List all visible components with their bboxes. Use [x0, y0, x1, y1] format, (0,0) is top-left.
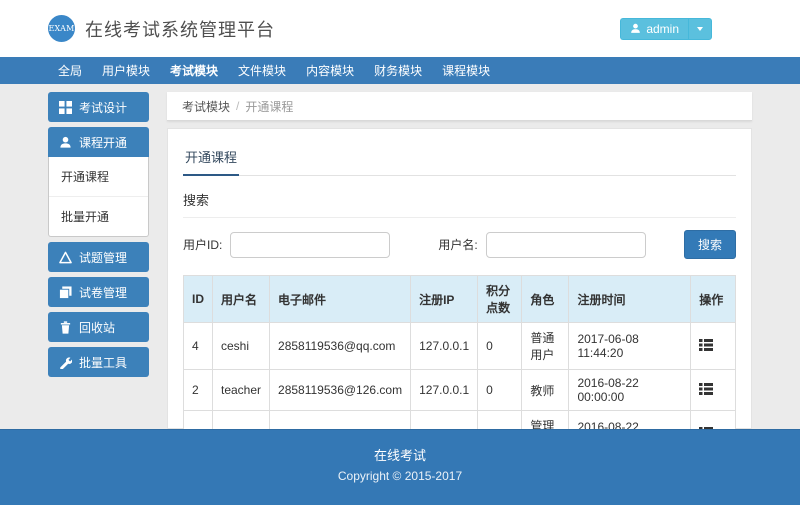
list-icon[interactable] [699, 339, 713, 351]
cell-username: teacher [213, 370, 270, 411]
breadcrumb: 考试模块 / 开通课程 [167, 92, 752, 121]
user-name-label: 用户名: [438, 236, 477, 253]
sidebar-item-course-open[interactable]: 课程开通 [48, 127, 149, 157]
user-icon [630, 23, 641, 34]
module-navbar: 全局 用户模块 考试模块 文件模块 内容模块 财务模块 课程模块 [0, 57, 800, 84]
sidebar: 考试设计 课程开通 开通课程 批量开通 试题管理 试卷管理 [48, 92, 149, 429]
tab-open-course[interactable]: 开通课程 [183, 143, 239, 176]
user-dropdown-button[interactable] [688, 18, 712, 40]
content-panel: 开通课程 搜索 用户ID: 用户名: 搜索 ID 用户名 电子邮件 注册I [167, 128, 752, 429]
user-icon [59, 136, 72, 149]
search-section-title: 搜索 [183, 190, 736, 209]
cell-actions [691, 370, 736, 411]
warning-triangle-icon [59, 251, 72, 264]
user-id-label: 用户ID: [183, 236, 222, 253]
cell-role: 普通用户 [522, 323, 569, 370]
main-column: 考试模块 / 开通课程 开通课程 搜索 用户ID: 用户名: 搜索 I [167, 92, 752, 429]
user-button[interactable]: admin [620, 18, 688, 40]
cell-role: 教师 [522, 370, 569, 411]
user-menu: admin [620, 18, 712, 40]
breadcrumb-section[interactable]: 考试模块 [182, 98, 230, 115]
cell-id: 4 [184, 323, 213, 370]
sidebar-item-batch-tools[interactable]: 批量工具 [48, 347, 149, 377]
nav-item-content-module[interactable]: 内容模块 [296, 57, 364, 84]
nav-item-course-module[interactable]: 课程模块 [432, 57, 500, 84]
col-header-role: 角色 [522, 276, 569, 323]
col-header-actions: 操作 [691, 276, 736, 323]
list-icon[interactable] [699, 383, 713, 395]
logo-text: EXAM [48, 24, 74, 33]
tab-bar: 开通课程 [183, 143, 736, 176]
cell-id: 2 [184, 370, 213, 411]
cell-reg-time: 2017-06-08 11:44:20 [569, 323, 691, 370]
sidebar-item-exam-design[interactable]: 考试设计 [48, 92, 149, 122]
nav-item-global[interactable]: 全局 [48, 57, 92, 84]
sidebar-item-label: 试题管理 [79, 249, 127, 266]
col-header-id: ID [184, 276, 213, 323]
sidebar-item-label: 考试设计 [79, 99, 127, 116]
exam-logo: EXAM [48, 15, 75, 42]
table-row: 4 ceshi 2858119536@qq.com 127.0.0.1 0 普通… [184, 323, 736, 370]
cell-email: 2858119536@qq.com [270, 323, 411, 370]
wrench-icon [59, 356, 72, 369]
top-header: EXAM 在线考试系统管理平台 admin [0, 0, 800, 57]
sidebar-item-label: 课程开通 [79, 134, 127, 151]
sidebar-item-paper-management[interactable]: 试卷管理 [48, 277, 149, 307]
cell-username: ceshi [213, 323, 270, 370]
cell-points: 0 [478, 370, 522, 411]
sidebar-item-label: 试卷管理 [79, 284, 127, 301]
trash-icon [59, 321, 72, 334]
cell-points: 0 [478, 323, 522, 370]
table-header-row: ID 用户名 电子邮件 注册IP 积分点数 角色 注册时间 操作 [184, 276, 736, 323]
cell-email: 2858119536@126.com [270, 370, 411, 411]
nav-item-finance-module[interactable]: 财务模块 [364, 57, 432, 84]
user-id-input[interactable] [230, 232, 390, 258]
col-header-username: 用户名 [213, 276, 270, 323]
cell-reg-ip: 127.0.0.1 [411, 323, 478, 370]
breadcrumb-separator: / [236, 99, 239, 113]
page-body: 考试设计 课程开通 开通课程 批量开通 试题管理 试卷管理 [0, 84, 800, 429]
cell-actions [691, 323, 736, 370]
user-name-input[interactable] [486, 232, 646, 258]
footer-title: 在线考试 [0, 445, 800, 464]
breadcrumb-current-page: 开通课程 [245, 98, 293, 115]
user-button-label: admin [646, 22, 679, 36]
nav-item-exam-module[interactable]: 考试模块 [160, 57, 228, 84]
nav-item-file-module[interactable]: 文件模块 [228, 57, 296, 84]
col-header-reg-time: 注册时间 [569, 276, 691, 323]
sidebar-item-label: 回收站 [79, 319, 115, 336]
footer-copyright: Copyright © 2015-2017 [0, 469, 800, 483]
table-row: 2 teacher 2858119536@126.com 127.0.0.1 0… [184, 370, 736, 411]
grid-icon [59, 101, 72, 114]
submenu-item-open-course[interactable]: 开通课程 [49, 157, 148, 196]
col-header-email: 电子邮件 [270, 276, 411, 323]
page-title: 在线考试系统管理平台 [85, 16, 275, 42]
copy-icon [59, 286, 72, 299]
sidebar-item-recycle-bin[interactable]: 回收站 [48, 312, 149, 342]
submenu-item-batch-open[interactable]: 批量开通 [49, 196, 148, 236]
nav-item-user-module[interactable]: 用户模块 [92, 57, 160, 84]
footer: 在线考试 Copyright © 2015-2017 [0, 429, 800, 505]
search-divider [183, 217, 736, 218]
chevron-down-icon [697, 27, 703, 31]
sidebar-item-label: 批量工具 [79, 354, 127, 371]
cell-reg-ip: 127.0.0.1 [411, 370, 478, 411]
cell-reg-time: 2016-08-22 00:00:00 [569, 370, 691, 411]
search-form: 用户ID: 用户名: 搜索 [183, 230, 736, 259]
search-button[interactable]: 搜索 [684, 230, 736, 259]
col-header-points: 积分点数 [478, 276, 522, 323]
course-open-submenu: 开通课程 批量开通 [48, 157, 149, 237]
sidebar-item-question-management[interactable]: 试题管理 [48, 242, 149, 272]
col-header-reg-ip: 注册IP [411, 276, 478, 323]
